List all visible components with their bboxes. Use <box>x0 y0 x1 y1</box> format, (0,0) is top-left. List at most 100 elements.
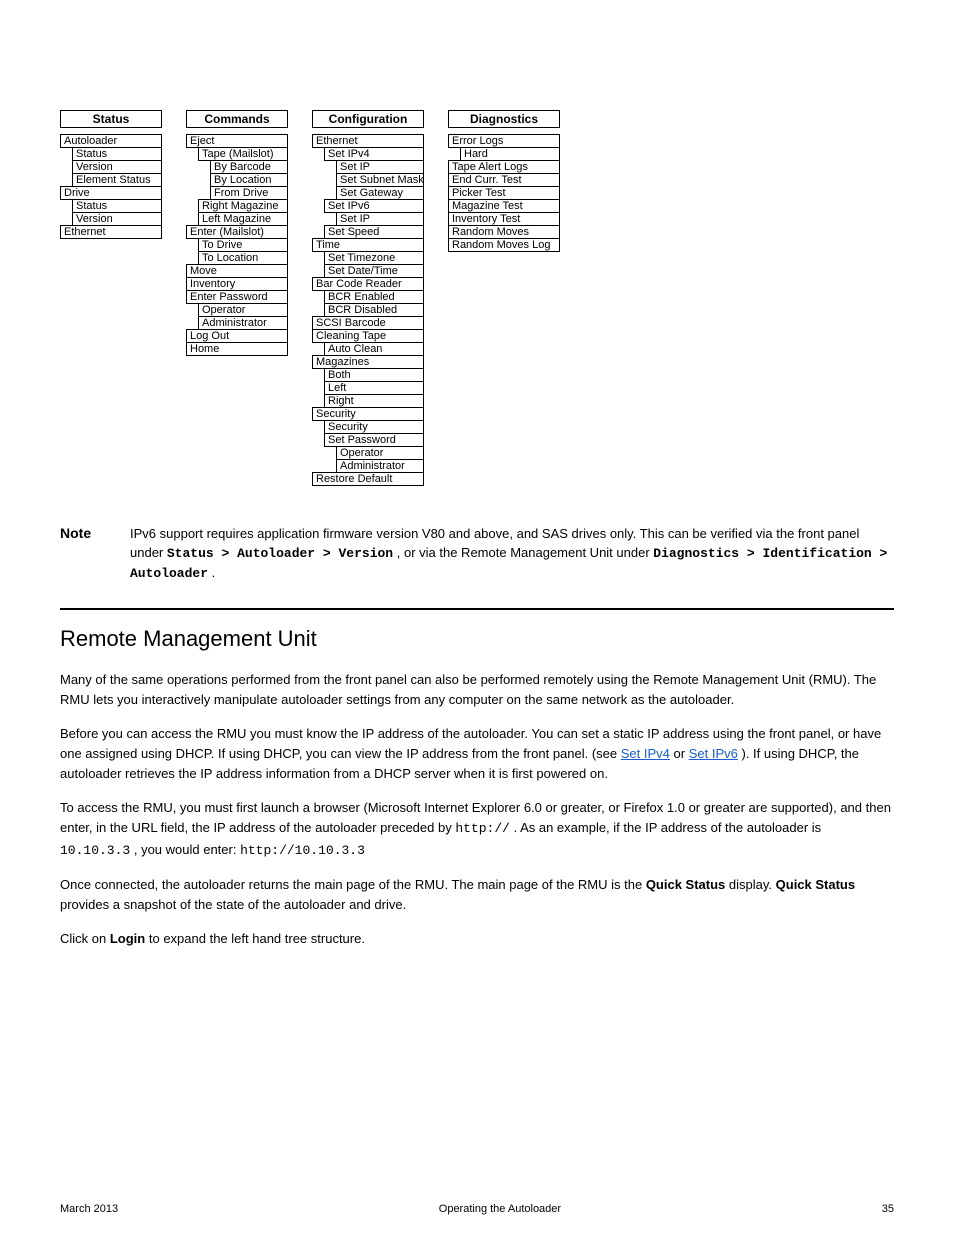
menu-item[interactable]: Set IP <box>336 212 424 226</box>
p3b: . As an example, if the IP address of th… <box>514 820 822 835</box>
menu-item[interactable]: BCR Enabled <box>324 290 424 304</box>
menu-item[interactable]: To Location <box>198 251 288 265</box>
para-4: Once connected, the autoloader returns t… <box>60 875 894 915</box>
diagnostics-header: Diagnostics <box>448 110 560 128</box>
menu-item[interactable]: Bar Code Reader <box>312 277 424 291</box>
commands-tree: Commands EjectTape (Mailslot)By BarcodeB… <box>186 110 288 355</box>
menu-item[interactable]: End Curr. Test <box>448 173 560 187</box>
menu-item[interactable]: Restore Default <box>312 472 424 486</box>
menu-item[interactable]: Move <box>186 264 288 278</box>
p5a: Click on <box>60 931 110 946</box>
menu-item[interactable]: Set Gateway <box>336 186 424 200</box>
footer-page: 35 <box>882 1203 894 1215</box>
menu-item[interactable]: Right <box>324 394 424 408</box>
menu-item[interactable]: Log Out <box>186 329 288 343</box>
menu-item[interactable]: BCR Disabled <box>324 303 424 317</box>
p3-mono1: http:// <box>455 821 510 836</box>
menu-item[interactable]: Operator <box>336 446 424 460</box>
menu-item[interactable]: By Location <box>210 173 288 187</box>
menu-item[interactable]: Left Magazine <box>198 212 288 226</box>
menu-trees-row: Status AutoloaderStatusVersionElement St… <box>60 30 894 485</box>
configuration-tree: Configuration EthernetSet IPv4Set IPSet … <box>312 110 424 485</box>
menu-item[interactable]: Set Speed <box>324 225 424 239</box>
menu-item[interactable]: Status <box>72 147 162 161</box>
menu-item[interactable]: Drive <box>60 186 162 200</box>
status-body: AutoloaderStatusVersionElement StatusDri… <box>60 134 162 239</box>
para-2: Before you can access the RMU you must k… <box>60 724 894 784</box>
status-tree: Status AutoloaderStatusVersionElement St… <box>60 110 162 238</box>
menu-item[interactable]: Hard <box>460 147 560 161</box>
p5b: Login <box>110 931 145 946</box>
configuration-body: EthernetSet IPv4Set IPSet Subnet MaskSet… <box>312 134 424 486</box>
menu-item[interactable]: Tape Alert Logs <box>448 160 560 174</box>
menu-item[interactable]: Set Subnet Mask <box>336 173 424 187</box>
menu-item[interactable]: To Drive <box>198 238 288 252</box>
menu-item[interactable]: Ethernet <box>60 225 162 239</box>
p2b: or <box>674 746 689 761</box>
menu-item[interactable]: Cleaning Tape <box>312 329 424 343</box>
menu-item[interactable]: Magazines <box>312 355 424 369</box>
menu-item[interactable]: Version <box>72 212 162 226</box>
menu-item[interactable]: Set Date/Time <box>324 264 424 278</box>
note-path-1: Status > Autoloader > Version <box>167 546 393 561</box>
menu-item[interactable]: From Drive <box>210 186 288 200</box>
p3-mono3: http://10.10.3.3 <box>240 843 365 858</box>
diagnostics-tree: Diagnostics Error LogsHardTape Alert Log… <box>448 110 560 251</box>
menu-item[interactable]: Time <box>312 238 424 252</box>
menu-item[interactable]: Enter Password <box>186 290 288 304</box>
menu-item[interactable]: Status <box>72 199 162 213</box>
menu-item[interactable]: Home <box>186 342 288 356</box>
menu-item[interactable]: Both <box>324 368 424 382</box>
menu-item[interactable]: Inventory <box>186 277 288 291</box>
menu-item[interactable]: Set IP <box>336 160 424 174</box>
menu-item[interactable]: Random Moves <box>448 225 560 239</box>
menu-item[interactable]: Picker Test <box>448 186 560 200</box>
menu-item[interactable]: Ethernet <box>312 134 424 148</box>
page-footer: March 2013 Operating the Autoloader 35 <box>60 1203 894 1215</box>
p4b2: Quick Status <box>776 877 855 892</box>
menu-item[interactable]: Set Timezone <box>324 251 424 265</box>
commands-header: Commands <box>186 110 288 128</box>
menu-item[interactable]: Eject <box>186 134 288 148</box>
menu-item[interactable]: Security <box>312 407 424 421</box>
menu-item[interactable]: Set Password <box>324 433 424 447</box>
menu-item[interactable]: Inventory Test <box>448 212 560 226</box>
menu-item[interactable]: Tape (Mailslot) <box>198 147 288 161</box>
menu-item[interactable]: Version <box>72 160 162 174</box>
para-3: To access the RMU, you must first launch… <box>60 798 894 860</box>
menu-item[interactable]: Auto Clean <box>324 342 424 356</box>
menu-item[interactable]: Enter (Mailslot) <box>186 225 288 239</box>
p4a: Once connected, the autoloader returns t… <box>60 877 646 892</box>
menu-item[interactable]: Right Magazine <box>198 199 288 213</box>
menu-item[interactable]: Set IPv6 <box>324 199 424 213</box>
menu-item[interactable]: SCSI Barcode <box>312 316 424 330</box>
p3c: , you would enter: <box>134 842 240 857</box>
p4d: provides a snapshot of the state of the … <box>60 897 406 912</box>
p4b1: Quick Status <box>646 877 725 892</box>
menu-item[interactable]: Set IPv4 <box>324 147 424 161</box>
menu-item[interactable]: Magazine Test <box>448 199 560 213</box>
menu-item[interactable]: Administrator <box>198 316 288 330</box>
menu-item[interactable]: Left <box>324 381 424 395</box>
note-block: Note IPv6 support requires application f… <box>60 525 894 584</box>
note-body: IPv6 support requires application firmwa… <box>130 525 894 584</box>
diagnostics-body: Error LogsHardTape Alert LogsEnd Curr. T… <box>448 134 560 252</box>
menu-item[interactable]: By Barcode <box>210 160 288 174</box>
para-1: Many of the same operations performed fr… <box>60 670 894 710</box>
footer-title: Operating the Autoloader <box>439 1203 561 1215</box>
status-header: Status <box>60 110 162 128</box>
commands-body: EjectTape (Mailslot)By BarcodeBy Locatio… <box>186 134 288 356</box>
menu-item[interactable]: Element Status <box>72 173 162 187</box>
note-text-3: . <box>212 565 216 580</box>
menu-item[interactable]: Error Logs <box>448 134 560 148</box>
note-label: Note <box>60 525 110 541</box>
link-set-ipv6[interactable]: Set IPv6 <box>689 746 738 761</box>
section-divider <box>60 608 894 610</box>
p3-mono2: 10.10.3.3 <box>60 843 130 858</box>
menu-item[interactable]: Operator <box>198 303 288 317</box>
menu-item[interactable]: Security <box>324 420 424 434</box>
menu-item[interactable]: Random Moves Log <box>448 238 560 252</box>
menu-item[interactable]: Autoloader <box>60 134 162 148</box>
link-set-ipv4[interactable]: Set IPv4 <box>621 746 670 761</box>
menu-item[interactable]: Administrator <box>336 459 424 473</box>
